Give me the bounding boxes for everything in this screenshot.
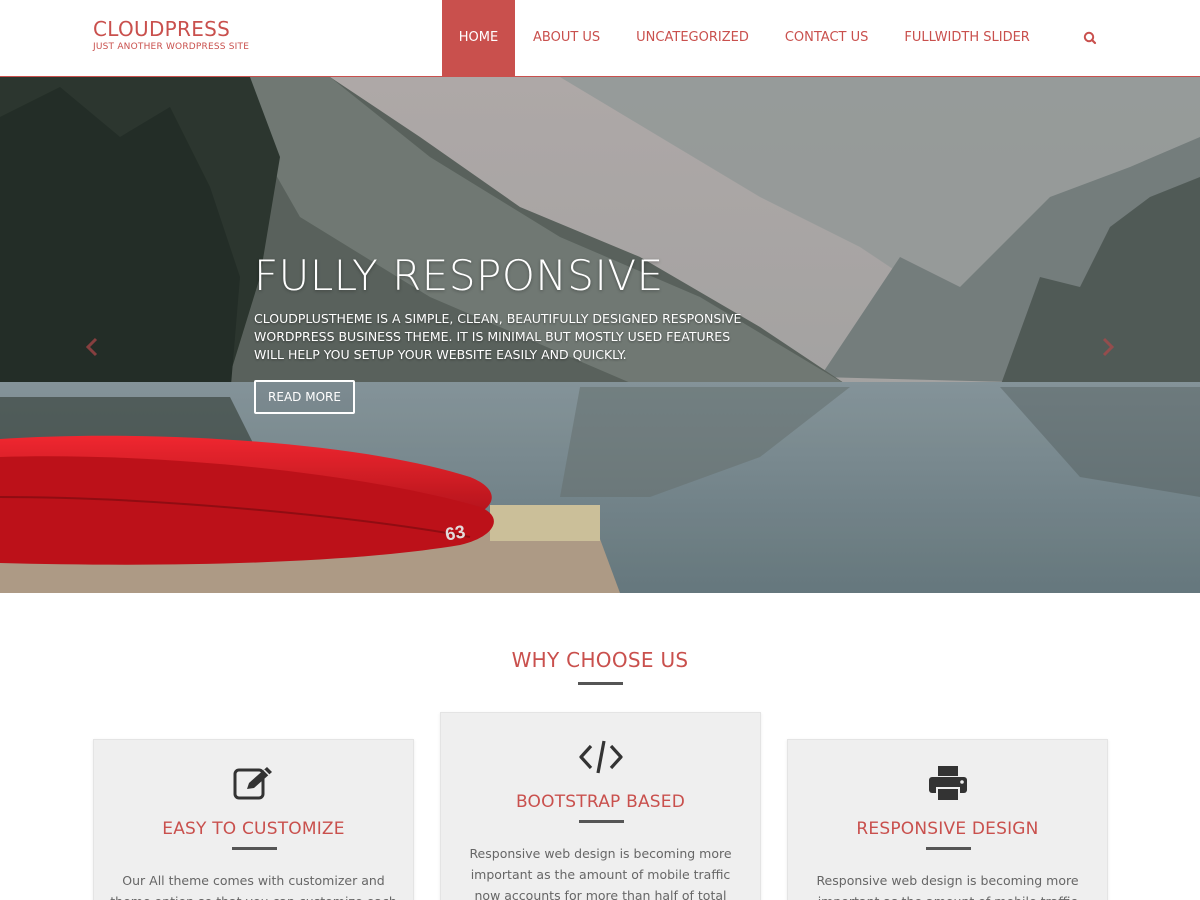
slider-next-button[interactable]	[1098, 335, 1118, 359]
nav-item-uncategorized[interactable]: UNCATEGORIZED	[618, 0, 767, 76]
nav-item-fullwidth-slider[interactable]: FULLWIDTH SLIDER	[886, 0, 1047, 76]
section-title: WHY CHOOSE US	[511, 648, 689, 672]
hero-caption: FULLY RESPONSIVE CLOUDPLUSTHEME IS A SIM…	[254, 252, 774, 364]
nav-item-contact-us[interactable]: CONTACT US	[767, 0, 887, 76]
site-tagline: JUST ANOTHER WORDPRESS SITE	[93, 42, 250, 52]
section-divider	[578, 682, 623, 685]
feature-text: Responsive web design is becoming more i…	[469, 846, 732, 900]
main-nav: HOME ABOUT US UNCATEGORIZED CONTACT US F…	[442, 0, 1048, 76]
print-icon	[928, 766, 967, 802]
edit-icon	[233, 767, 272, 800]
feature-text: Our All theme comes with customizer and …	[110, 873, 397, 900]
nav-item-home[interactable]: HOME	[442, 0, 515, 76]
code-icon	[578, 740, 623, 774]
hero-title: FULLY RESPONSIVE	[254, 251, 664, 300]
hero-slider: 63 FULLY RESPONSIVE CLOUDPLUSTHEME IS A …	[0, 77, 1200, 593]
feature-divider	[578, 820, 624, 823]
slider-prev-button[interactable]	[82, 335, 102, 359]
chevron-left-icon	[85, 337, 98, 357]
feature-card-customize: EASY TO CUSTOMIZE Our All theme comes wi…	[93, 739, 414, 900]
nav-item-about-us[interactable]: ABOUT US	[515, 0, 618, 76]
search-button[interactable]	[1080, 28, 1100, 48]
feature-title: RESPONSIVE DESIGN	[856, 819, 1039, 839]
chevron-right-icon	[1102, 337, 1115, 357]
hero-description: CLOUDPLUSTHEME IS A SIMPLE, CLEAN, BEAUT…	[254, 311, 742, 362]
search-icon	[1083, 31, 1097, 45]
feature-text: Responsive web design is becoming more i…	[816, 873, 1079, 900]
feature-title: BOOTSTRAP BASED	[515, 792, 685, 812]
read-more-button[interactable]: READ MORE	[254, 380, 355, 414]
site-header: CLOUDPRESS JUST ANOTHER WORDPRESS SITE H…	[0, 0, 1200, 77]
feature-card-responsive: RESPONSIVE DESIGN Responsive web design …	[787, 739, 1108, 900]
feature-title: EASY TO CUSTOMIZE	[162, 819, 345, 839]
brand[interactable]: CLOUDPRESS JUST ANOTHER WORDPRESS SITE	[93, 17, 249, 52]
feature-divider	[925, 847, 971, 850]
feature-divider	[231, 847, 277, 850]
feature-card-bootstrap: BOOTSTRAP BASED Responsive web design is…	[440, 712, 761, 900]
site-title[interactable]: CLOUDPRESS	[93, 17, 249, 41]
